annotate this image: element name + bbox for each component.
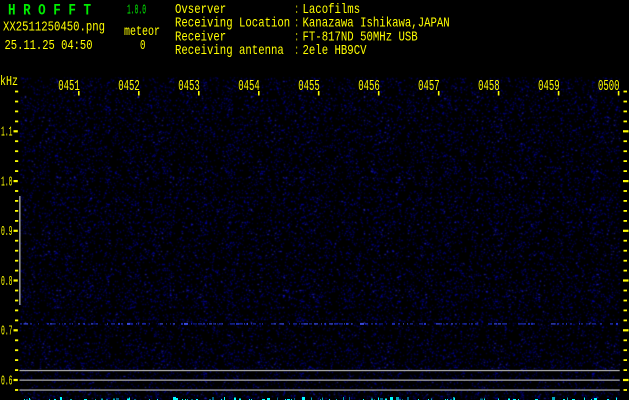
svg-text:0.7: 0.7 — [1, 325, 13, 340]
svg-text::: : — [295, 43, 299, 59]
svg-text:25.11.25 04:50: 25.11.25 04:50 — [5, 38, 93, 54]
svg-text:kHz: kHz — [0, 74, 18, 90]
svg-text:1.0.0: 1.0.0 — [127, 3, 146, 19]
svg-text:2ele HB9CV: 2ele HB9CV — [303, 43, 367, 59]
svg-text:0.9: 0.9 — [1, 225, 13, 240]
svg-text:0500: 0500 — [598, 78, 620, 95]
svg-text:0453: 0453 — [178, 78, 200, 95]
svg-text:0456: 0456 — [358, 78, 380, 95]
svg-text:0452: 0452 — [118, 78, 140, 95]
svg-text:0459: 0459 — [538, 78, 560, 95]
svg-text:0454: 0454 — [238, 78, 260, 95]
svg-text:0451: 0451 — [58, 78, 80, 95]
svg-text:H R O F F T: H R O F F T — [8, 2, 91, 20]
svg-text:1.1: 1.1 — [1, 126, 13, 141]
svg-text:0: 0 — [140, 38, 146, 54]
svg-text:0.8: 0.8 — [1, 275, 13, 290]
svg-text:0.6: 0.6 — [1, 374, 13, 389]
svg-text:XX2511250450.png: XX2511250450.png — [3, 20, 105, 36]
svg-text:Receiving antenna: Receiving antenna — [175, 43, 284, 59]
svg-text:0458: 0458 — [478, 78, 500, 95]
svg-text:0457: 0457 — [418, 78, 440, 95]
svg-text:0455: 0455 — [298, 78, 320, 95]
svg-text:1.0: 1.0 — [1, 175, 13, 190]
